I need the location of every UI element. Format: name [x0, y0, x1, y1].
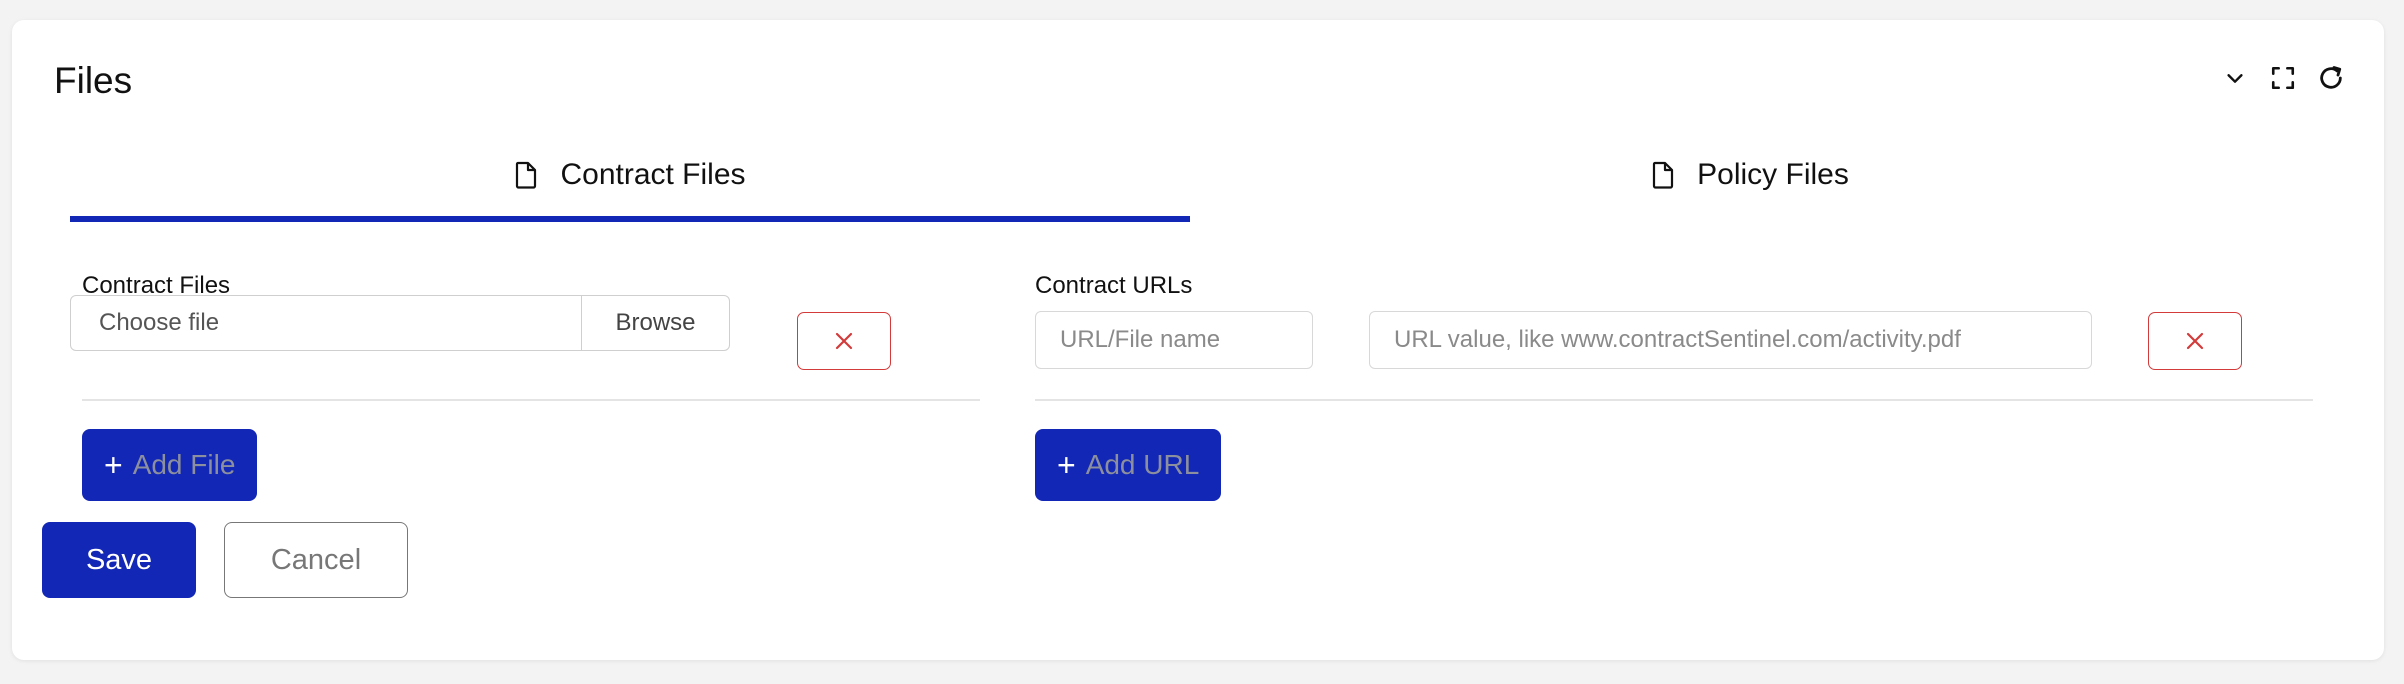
- refresh-button[interactable]: [2316, 62, 2346, 94]
- tab-label: Policy Files: [1697, 158, 1849, 191]
- file-icon: [1653, 161, 1674, 189]
- contract-urls-label: Contract URLs: [1035, 272, 1193, 299]
- url-name-input[interactable]: [1035, 311, 1313, 369]
- card-header-actions: [2220, 62, 2346, 94]
- refresh-icon: [2320, 66, 2342, 89]
- file-icon: [516, 161, 537, 189]
- fullscreen-button[interactable]: [2268, 62, 2298, 94]
- choose-file-field[interactable]: Choose file: [71, 296, 581, 350]
- plus-icon: +: [104, 447, 123, 483]
- chevron-down-icon: [2227, 74, 2243, 83]
- save-button[interactable]: Save: [42, 522, 196, 598]
- add-url-button[interactable]: + Add URL: [1035, 429, 1222, 501]
- tab-contract-files[interactable]: Contract Files: [70, 140, 1190, 222]
- add-url-label: Add URL: [1085, 449, 1200, 480]
- add-file-button[interactable]: + Add File: [82, 429, 258, 501]
- tab-label: Contract Files: [560, 158, 746, 191]
- remove-url-button[interactable]: [2148, 312, 2242, 370]
- plus-icon: +: [1057, 447, 1076, 483]
- files-divider: [82, 399, 980, 401]
- files-tabs: Contract Files Policy Files: [70, 140, 2310, 222]
- close-icon: [2186, 332, 2204, 350]
- contract-file-input: Choose file Browse: [70, 295, 730, 351]
- card-title: Files: [54, 60, 133, 101]
- add-file-label: Add File: [132, 449, 236, 480]
- browse-button[interactable]: Browse: [581, 296, 729, 350]
- fullscreen-icon: [2271, 66, 2295, 90]
- cancel-button[interactable]: Cancel: [224, 522, 408, 598]
- url-value-input[interactable]: [1369, 311, 2092, 369]
- collapse-button[interactable]: [2220, 62, 2250, 94]
- urls-divider: [1035, 399, 2313, 401]
- tab-policy-files[interactable]: Policy Files: [1190, 140, 2310, 222]
- close-icon: [835, 332, 853, 350]
- remove-file-button[interactable]: [797, 312, 891, 370]
